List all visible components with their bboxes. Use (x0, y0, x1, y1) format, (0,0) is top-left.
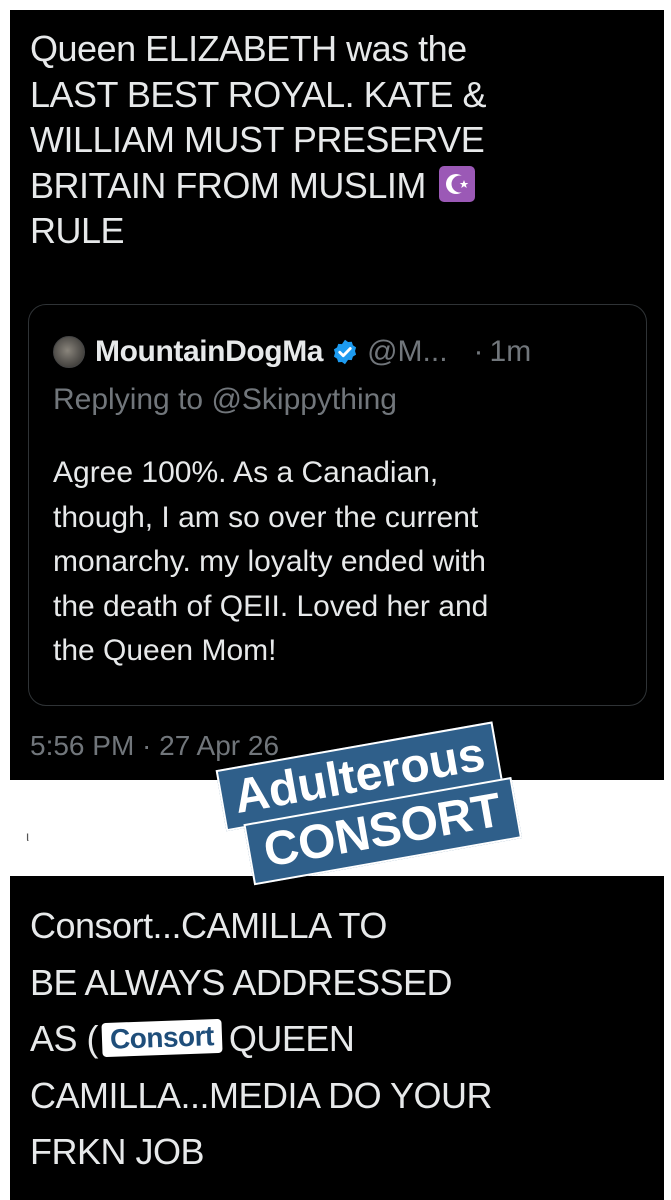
tweet-line: FRKN JOB (30, 1131, 205, 1172)
divider-mark: ι (26, 828, 30, 844)
body-line: Agree 100%. As a Canadian, (53, 456, 439, 489)
tweet-line-text: BRITAIN FROM MUSLIM (30, 164, 426, 206)
quoted-tweet-card[interactable]: MountainDogMa @M... · 1m Replying to @Sk… (28, 304, 647, 706)
body-line: the Queen Mom! (53, 634, 277, 667)
display-name[interactable]: MountainDogMa (95, 335, 323, 369)
top-tweet-panel: Queen ELIZABETH was the LAST BEST ROYAL.… (10, 10, 664, 780)
mention-link[interactable]: @Skippything (211, 383, 397, 416)
tweet-line: Consort...CAMILLA TO (30, 905, 387, 946)
verified-badge-icon (334, 339, 357, 365)
star-and-crescent-icon (439, 165, 476, 202)
quoted-tweet-body: Agree 100%. As a Canadian, though, I am … (53, 451, 633, 674)
tweet-line: BE ALWAYS ADDRESSED (30, 961, 452, 1003)
body-line: the death of QEII. Loved her and (53, 589, 489, 623)
tweet-line: CAMILLA...MEDIA DO YOUR (30, 1074, 492, 1116)
tweet-line: LAST BEST ROYAL. KATE & (30, 73, 487, 115)
tweet-timestamp[interactable]: 5:56 PM · 27 Apr 26 (30, 730, 279, 762)
tweet-line: AS ( Consort QUEEN (30, 1011, 650, 1068)
consort-sticker: Consort (100, 1018, 222, 1058)
tweet-line-text: AS ( (30, 1018, 99, 1059)
replying-to: Replying to @Skippything (53, 383, 397, 417)
quoted-tweet-header: MountainDogMa @M... · 1m (53, 335, 531, 369)
bottom-tweet-panel: Consort...CAMILLA TO BE ALWAYS ADDRESSED… (10, 876, 664, 1200)
tweet-line: BRITAIN FROM MUSLIM (30, 163, 630, 209)
tweet-line-text: QUEEN (228, 1018, 355, 1059)
tweet-line: RULE (30, 210, 125, 251)
tweet-text: Queen ELIZABETH was the LAST BEST ROYAL.… (30, 26, 630, 254)
user-handle[interactable]: @M... (367, 335, 447, 369)
replying-prefix: Replying to (53, 383, 204, 416)
avatar[interactable] (53, 336, 85, 368)
body-line: though, I am so over the current (53, 500, 479, 534)
body-line: monarchy. my loyalty ended with (53, 545, 486, 578)
separator-dot: · (473, 335, 484, 368)
bottom-tweet-text: Consort...CAMILLA TO BE ALWAYS ADDRESSED… (30, 898, 650, 1181)
tweet-line: WILLIAM MUST PRESERVE (30, 119, 485, 160)
relative-time[interactable]: 1m (490, 335, 532, 369)
tweet-line: Queen ELIZABETH was the (30, 28, 467, 69)
